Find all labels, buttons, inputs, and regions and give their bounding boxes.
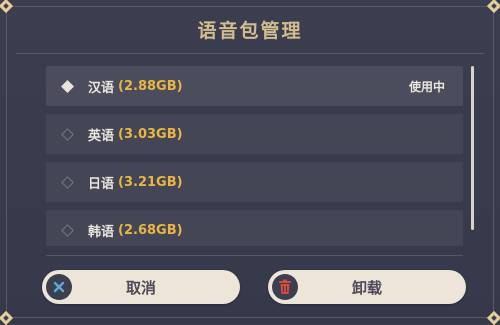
corner-ornament: [0, 0, 14, 14]
corner-ornament: [486, 0, 500, 14]
radio-diamond-icon: [61, 79, 74, 93]
radio-diamond-icon: [61, 175, 74, 189]
voice-pack-dialog: 语音包管理 汉语 (2.88GB) 使用中 英语 (3.03GB) 日语 (3.…: [0, 0, 500, 325]
language-name: 韩语: [88, 224, 115, 240]
language-item-chinese[interactable]: 汉语 (2.88GB) 使用中: [46, 66, 463, 106]
trash-icon: [272, 274, 298, 300]
uninstall-button[interactable]: 卸载: [268, 270, 466, 304]
divider: [16, 53, 484, 54]
language-name: 英语: [88, 128, 115, 144]
language-size: (2.68GB): [118, 222, 183, 238]
cancel-label: 取消: [125, 278, 156, 297]
language-item-english[interactable]: 英语 (3.03GB): [46, 114, 463, 154]
language-size: (3.03GB): [118, 126, 183, 142]
language-size: (3.21GB): [118, 174, 183, 190]
dialog-title: 语音包管理: [197, 20, 303, 42]
in-use-label: 使用中: [408, 79, 445, 94]
language-name: 汉语: [88, 80, 115, 96]
uninstall-label: 卸载: [351, 278, 382, 297]
language-item-korean[interactable]: 韩语 (2.68GB): [46, 210, 463, 246]
language-size: (2.88GB): [118, 78, 183, 94]
language-item-japanese[interactable]: 日语 (3.21GB): [46, 162, 463, 202]
language-name: 日语: [88, 176, 115, 192]
divider: [46, 255, 463, 256]
list-scrollbar[interactable]: [471, 66, 474, 230]
cancel-button[interactable]: 取消: [42, 270, 240, 304]
corner-ornament: [0, 310, 14, 325]
radio-diamond-icon: [61, 127, 74, 141]
radio-diamond-icon: [61, 223, 74, 237]
close-icon: [46, 274, 72, 300]
corner-ornament: [486, 310, 500, 325]
language-list: 汉语 (2.88GB) 使用中 英语 (3.03GB) 日语 (3.21GB) …: [46, 66, 463, 246]
